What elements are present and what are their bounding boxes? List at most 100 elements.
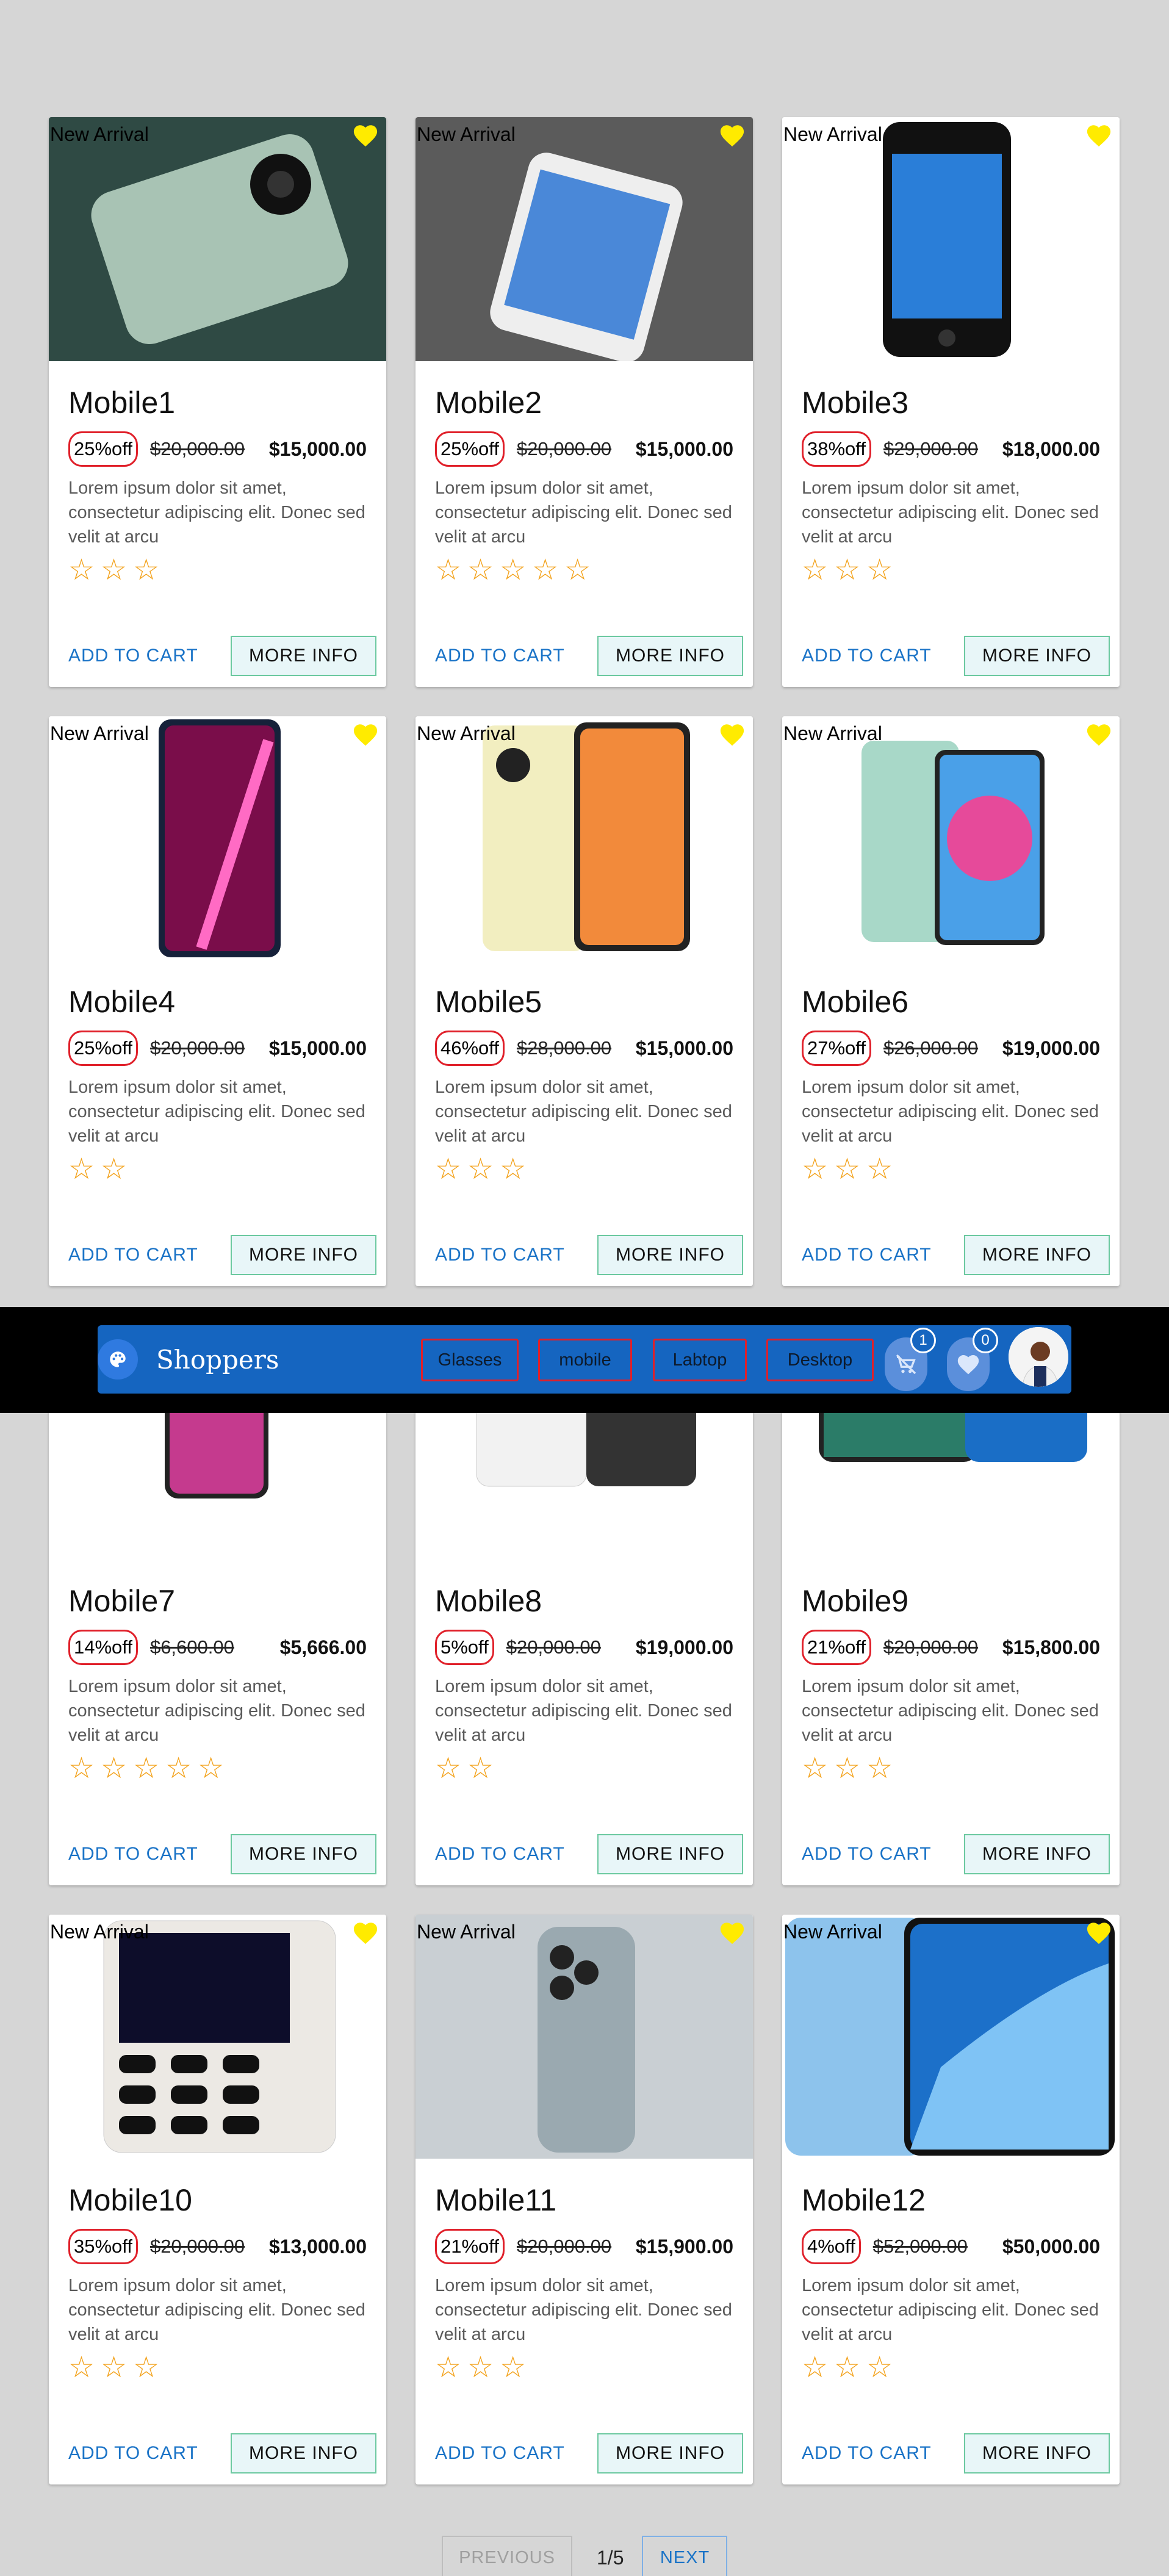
- more-info-button[interactable]: MORE INFO: [597, 2433, 743, 2473]
- product-card-2[interactable]: New Arrival Mobile2 25%off $20,000.00 $1…: [415, 117, 753, 687]
- product-image[interactable]: New Arrival: [49, 1915, 386, 2159]
- heart-icon[interactable]: [352, 1921, 379, 1945]
- product-card-6[interactable]: New Arrival Mobile6 27%off $26,000.00 $1…: [782, 716, 1120, 1286]
- product-image[interactable]: New Arrival: [782, 117, 1120, 361]
- heart-icon[interactable]: [719, 722, 746, 747]
- star-icon: ☆: [834, 1153, 861, 1185]
- product-name[interactable]: Mobile3: [802, 386, 1100, 420]
- product-grid: New Arrival Mobile1 25%off $20,000.00 $1…: [49, 117, 1120, 2484]
- add-to-cart-button[interactable]: ADD TO CART: [435, 2443, 565, 2464]
- product-image[interactable]: New Arrival: [415, 1915, 753, 2159]
- discount-badge: 38%off: [802, 431, 871, 467]
- star-icon: ☆: [68, 1153, 95, 1185]
- sale-price: $5,666.00: [279, 1636, 367, 1658]
- product-description: Lorem ipsum dolor sit amet, consectetur …: [802, 1078, 1099, 1146]
- star-icon: ☆: [802, 1752, 829, 1785]
- product-name[interactable]: Mobile8: [435, 1584, 733, 1618]
- product-image[interactable]: New Arrival: [782, 1915, 1120, 2159]
- heart-icon[interactable]: [352, 123, 379, 148]
- phone-image: [415, 1915, 753, 2159]
- product-name[interactable]: Mobile9: [802, 1584, 1100, 1618]
- more-info-button[interactable]: MORE INFO: [964, 636, 1110, 676]
- add-to-cart-button[interactable]: ADD TO CART: [802, 2443, 932, 2464]
- product-image[interactable]: New Arrival: [415, 117, 753, 361]
- star-icon: ☆: [834, 554, 861, 586]
- heart-icon[interactable]: [1085, 123, 1112, 148]
- product-image[interactable]: New Arrival: [49, 716, 386, 960]
- more-info-button[interactable]: MORE INFO: [231, 636, 376, 676]
- add-to-cart-button[interactable]: ADD TO CART: [68, 646, 198, 666]
- phone-image: [782, 716, 1120, 960]
- more-info-button[interactable]: MORE INFO: [231, 1834, 376, 1874]
- product-name[interactable]: Mobile1: [68, 386, 367, 420]
- heart-icon[interactable]: [352, 722, 379, 747]
- product-image[interactable]: New Arrival: [415, 716, 753, 960]
- add-to-cart-button[interactable]: ADD TO CART: [68, 1245, 198, 1265]
- product-name[interactable]: Mobile4: [68, 985, 367, 1019]
- category-glasses[interactable]: Glasses: [421, 1339, 519, 1381]
- star-icon: ☆: [866, 1752, 893, 1785]
- heart-icon[interactable]: [719, 1921, 746, 1945]
- cart-button[interactable]: 1: [885, 1328, 936, 1391]
- star-icon: ☆: [500, 2351, 527, 2384]
- product-name[interactable]: Mobile12: [802, 2183, 1100, 2217]
- product-name[interactable]: Mobile7: [68, 1584, 367, 1618]
- wishlist-count: 0: [973, 1328, 998, 1353]
- add-to-cart-button[interactable]: ADD TO CART: [802, 1844, 932, 1865]
- new-arrival-badge: New Arrival: [50, 123, 149, 145]
- product-name[interactable]: Mobile11: [435, 2183, 733, 2217]
- palette-icon[interactable]: [98, 1339, 138, 1380]
- product-name[interactable]: Mobile10: [68, 2183, 367, 2217]
- next-button[interactable]: NEXT: [642, 2536, 728, 2576]
- add-to-cart-button[interactable]: ADD TO CART: [435, 1844, 565, 1865]
- more-info-button[interactable]: MORE INFO: [597, 1834, 743, 1874]
- more-info-button[interactable]: MORE INFO: [597, 1235, 743, 1275]
- wishlist-button[interactable]: 0: [947, 1328, 998, 1391]
- phone-image: [49, 117, 386, 361]
- product-image[interactable]: New Arrival: [782, 716, 1120, 960]
- product-description: Lorem ipsum dolor sit amet, consectetur …: [435, 1677, 732, 1745]
- heart-icon[interactable]: [719, 123, 746, 148]
- more-info-button[interactable]: MORE INFO: [231, 1235, 376, 1275]
- more-info-button[interactable]: MORE INFO: [964, 1834, 1110, 1874]
- star-icon: ☆: [68, 1752, 95, 1785]
- heart-icon[interactable]: [1085, 1921, 1112, 1945]
- product-card-12[interactable]: New Arrival Mobile12 4%off $52,000.00 $5…: [782, 1915, 1120, 2484]
- category-labtop[interactable]: Labtop: [653, 1339, 747, 1381]
- product-card-11[interactable]: New Arrival Mobile11 21%off $20,000.00 $…: [415, 1915, 753, 2484]
- product-card-10[interactable]: New Arrival Mobile10 35%off $20,000.00 $…: [49, 1915, 386, 2484]
- avatar[interactable]: [1007, 1325, 1070, 1389]
- original-price: $28,000.00: [516, 1037, 612, 1059]
- category-desktop[interactable]: Desktop: [766, 1339, 874, 1381]
- product-name[interactable]: Mobile6: [802, 985, 1100, 1019]
- more-info-button[interactable]: MORE INFO: [597, 636, 743, 676]
- product-image[interactable]: New Arrival: [49, 117, 386, 361]
- heart-icon[interactable]: [1085, 722, 1112, 747]
- original-price: $20,000.00: [516, 438, 612, 459]
- more-info-button[interactable]: MORE INFO: [964, 1235, 1110, 1275]
- product-card-3[interactable]: New Arrival Mobile3 38%off $29,000.00 $1…: [782, 117, 1120, 687]
- star-icon: ☆: [435, 1752, 462, 1785]
- product-name[interactable]: Mobile5: [435, 985, 733, 1019]
- product-card-4[interactable]: New Arrival Mobile4 25%off $20,000.00 $1…: [49, 716, 386, 1286]
- product-card-5[interactable]: New Arrival Mobile5 46%off $28,000.00 $1…: [415, 716, 753, 1286]
- add-to-cart-button[interactable]: ADD TO CART: [68, 2443, 198, 2464]
- add-to-cart-button[interactable]: ADD TO CART: [435, 1245, 565, 1265]
- previous-button[interactable]: PREVIOUS: [442, 2536, 572, 2576]
- product-description: Lorem ipsum dolor sit amet, consectetur …: [68, 2276, 365, 2344]
- brand-name[interactable]: Shoppers: [156, 1345, 279, 1375]
- star-icon: ☆: [802, 2351, 829, 2384]
- discount-badge: 35%off: [68, 2229, 138, 2264]
- product-name[interactable]: Mobile2: [435, 386, 733, 420]
- more-info-button[interactable]: MORE INFO: [231, 2433, 376, 2473]
- add-to-cart-button[interactable]: ADD TO CART: [802, 1245, 932, 1265]
- add-to-cart-button[interactable]: ADD TO CART: [435, 646, 565, 666]
- new-arrival-badge: New Arrival: [50, 1921, 149, 1943]
- add-to-cart-button[interactable]: ADD TO CART: [68, 1844, 198, 1865]
- more-info-button[interactable]: MORE INFO: [964, 2433, 1110, 2473]
- add-to-cart-button[interactable]: ADD TO CART: [802, 646, 932, 666]
- star-icon: ☆: [101, 2351, 128, 2384]
- category-mobile[interactable]: mobile: [538, 1339, 632, 1381]
- sale-price: $15,800.00: [1002, 1636, 1100, 1658]
- product-card-1[interactable]: New Arrival Mobile1 25%off $20,000.00 $1…: [49, 117, 386, 687]
